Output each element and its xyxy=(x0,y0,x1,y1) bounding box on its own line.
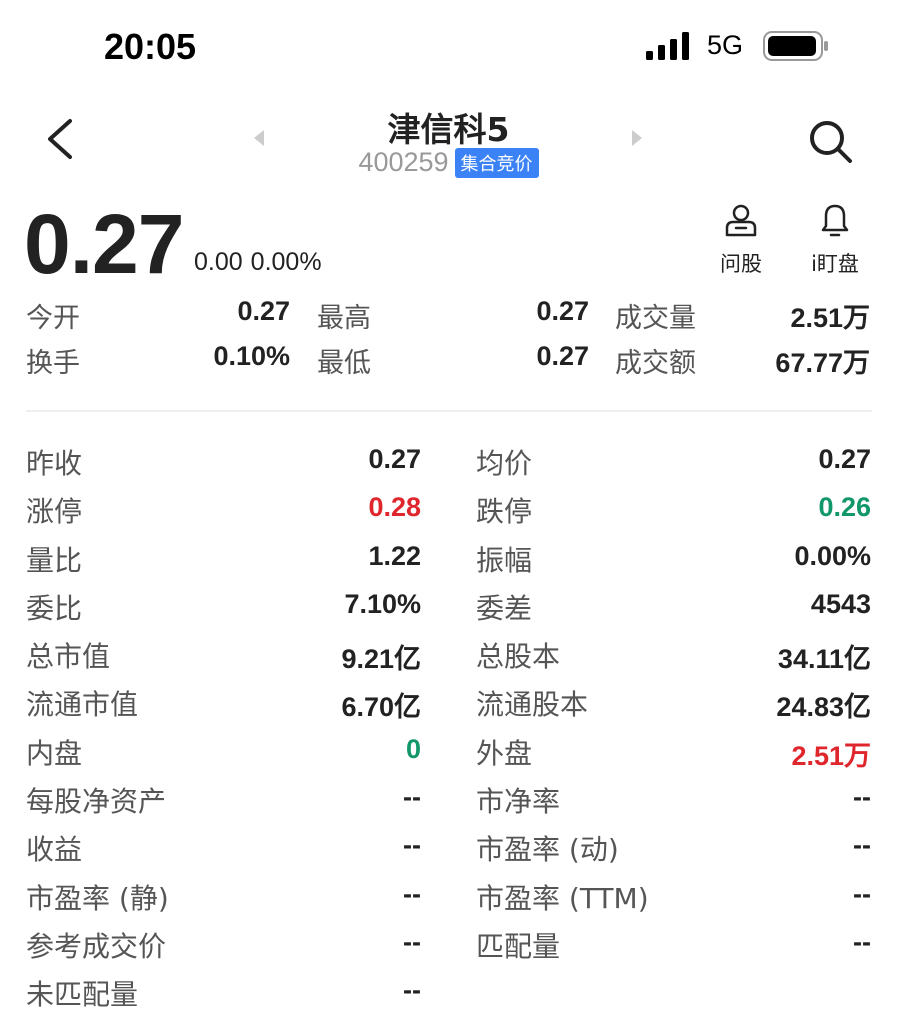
stock-code-row: 400259 集合竞价 xyxy=(0,147,897,178)
detail-value: 24.83亿 xyxy=(776,692,871,723)
detail-value: -- xyxy=(853,926,871,957)
detail-label: 外盘 xyxy=(476,736,533,770)
detail-row: 涨停 0.28 跌停 0.26 xyxy=(0,486,897,534)
bell-icon xyxy=(821,204,849,237)
ask-stock-button[interactable]: 问股 xyxy=(706,202,776,282)
detail-label: 振幅 xyxy=(476,543,533,577)
detail-label: 流通市值 xyxy=(26,688,139,722)
inner-volume-value: 0 xyxy=(405,733,421,764)
summary-label: 换手 xyxy=(26,348,80,379)
watch-label: i盯盘 xyxy=(811,252,859,276)
person-icon xyxy=(725,204,757,237)
detail-label: 未匹配量 xyxy=(26,978,139,1012)
divider xyxy=(26,410,872,412)
summary-label: 成交额 xyxy=(615,348,696,379)
nav-bar: 津信科5 400259 集合竞价 xyxy=(0,95,897,185)
detail-label: 量比 xyxy=(26,543,83,577)
detail-label: 跌停 xyxy=(476,495,533,529)
summary-row: 换手 0.10% 最低 0.27 成交额 67.77万 xyxy=(0,341,897,386)
detail-value: -- xyxy=(853,830,871,861)
summary-label: 今开 xyxy=(26,303,80,334)
detail-row: 量比 1.22 振幅 0.00% xyxy=(0,535,897,583)
summary-value: 0.10% xyxy=(213,341,290,371)
summary-label: 成交量 xyxy=(615,303,696,334)
summary-row: 今开 0.27 最高 0.27 成交量 2.51万 xyxy=(0,296,897,341)
limit-down-value: 0.26 xyxy=(818,492,871,523)
detail-value: 6.70亿 xyxy=(341,692,421,723)
watch-button[interactable]: i盯盘 xyxy=(800,202,870,282)
detail-row: 委比 7.10% 委差 4543 xyxy=(0,583,897,631)
detail-row: 流通市值 6.70亿 流通股本 24.83亿 xyxy=(0,679,897,727)
search-icon[interactable] xyxy=(806,117,854,165)
detail-row: 收益 -- 市盈率 (动) -- xyxy=(0,824,897,872)
detail-label: 市净率 xyxy=(476,785,561,819)
detail-value: -- xyxy=(403,926,421,957)
detail-grid: 昨收 0.27 均价 0.27 涨停 0.28 跌停 0.26 量比 1.22 … xyxy=(0,438,897,1018)
detail-row: 未匹配量 -- xyxy=(0,969,897,1017)
summary-value: 0.27 xyxy=(536,341,589,371)
detail-label: 涨停 xyxy=(26,495,83,529)
detail-row: 昨收 0.27 均价 0.27 xyxy=(0,438,897,486)
summary-value: 2.51万 xyxy=(790,303,870,333)
detail-label: 市盈率 (动) xyxy=(476,833,619,867)
detail-value: 4543 xyxy=(810,588,871,619)
summary-label: 最高 xyxy=(317,303,371,334)
stock-name: 津信科5 xyxy=(387,110,510,149)
stock-code: 400259 xyxy=(358,147,449,177)
detail-value: -- xyxy=(403,878,421,909)
detail-label: 参考成交价 xyxy=(26,929,167,963)
change-value: 0.00 xyxy=(194,248,243,276)
summary-value: 67.77万 xyxy=(775,348,870,378)
detail-label: 委比 xyxy=(26,591,83,625)
summary-value: 0.27 xyxy=(536,296,589,326)
limit-up-value: 0.28 xyxy=(368,492,421,523)
detail-value: 1.22 xyxy=(368,540,421,571)
detail-label: 总股本 xyxy=(476,640,561,674)
detail-value: -- xyxy=(403,975,421,1006)
detail-value: -- xyxy=(403,782,421,813)
detail-label: 匹配量 xyxy=(476,929,561,963)
detail-value: 0.27 xyxy=(368,444,421,474)
detail-row: 内盘 0 外盘 2.51万 xyxy=(0,728,897,776)
detail-label: 市盈率 (TTM) xyxy=(476,881,649,915)
summary-value: 0.27 xyxy=(237,296,290,326)
detail-label: 委差 xyxy=(476,591,533,625)
detail-value: -- xyxy=(853,878,871,909)
detail-value: 7.10% xyxy=(344,588,421,619)
detail-value: -- xyxy=(403,830,421,861)
change-percent: 0.00% xyxy=(250,248,322,276)
detail-label: 市盈率 (静) xyxy=(26,881,169,915)
price-change: 0.00 0.00% xyxy=(194,248,330,277)
detail-row: 参考成交价 -- 匹配量 -- xyxy=(0,921,897,969)
detail-label: 昨收 xyxy=(26,447,83,480)
outer-volume-value: 2.51万 xyxy=(791,740,871,771)
detail-value: 0.27 xyxy=(818,444,871,474)
quote-summary: 今开 0.27 最高 0.27 成交量 2.51万 换手 0.10% 最低 0.… xyxy=(0,296,897,386)
detail-row: 市盈率 (静) -- 市盈率 (TTM) -- xyxy=(0,873,897,921)
signal-icon xyxy=(646,32,689,60)
status-bar: 20:05 5G xyxy=(0,0,897,90)
battery-icon xyxy=(763,31,828,61)
network-label: 5G xyxy=(707,30,744,60)
detail-value: 9.21亿 xyxy=(341,644,421,675)
detail-value: 34.11亿 xyxy=(777,644,871,675)
detail-label: 收益 xyxy=(26,833,83,867)
detail-row: 总市值 9.21亿 总股本 34.11亿 xyxy=(0,631,897,679)
current-price: 0.27 xyxy=(24,197,184,291)
detail-label: 均价 xyxy=(476,447,533,480)
detail-label: 内盘 xyxy=(26,736,83,770)
detail-label: 总市值 xyxy=(26,640,111,674)
ask-stock-label: 问股 xyxy=(720,252,762,276)
detail-value: -- xyxy=(853,782,871,813)
detail-label: 每股净资产 xyxy=(26,785,167,819)
summary-label: 最低 xyxy=(317,348,371,379)
next-arrow-icon[interactable] xyxy=(630,129,644,147)
auction-badge: 集合竞价 xyxy=(454,147,539,178)
detail-label: 流通股本 xyxy=(476,688,589,722)
status-time: 20:05 xyxy=(104,26,197,67)
detail-row: 每股净资产 -- 市净率 -- xyxy=(0,776,897,824)
detail-value: 0.00% xyxy=(794,540,871,571)
